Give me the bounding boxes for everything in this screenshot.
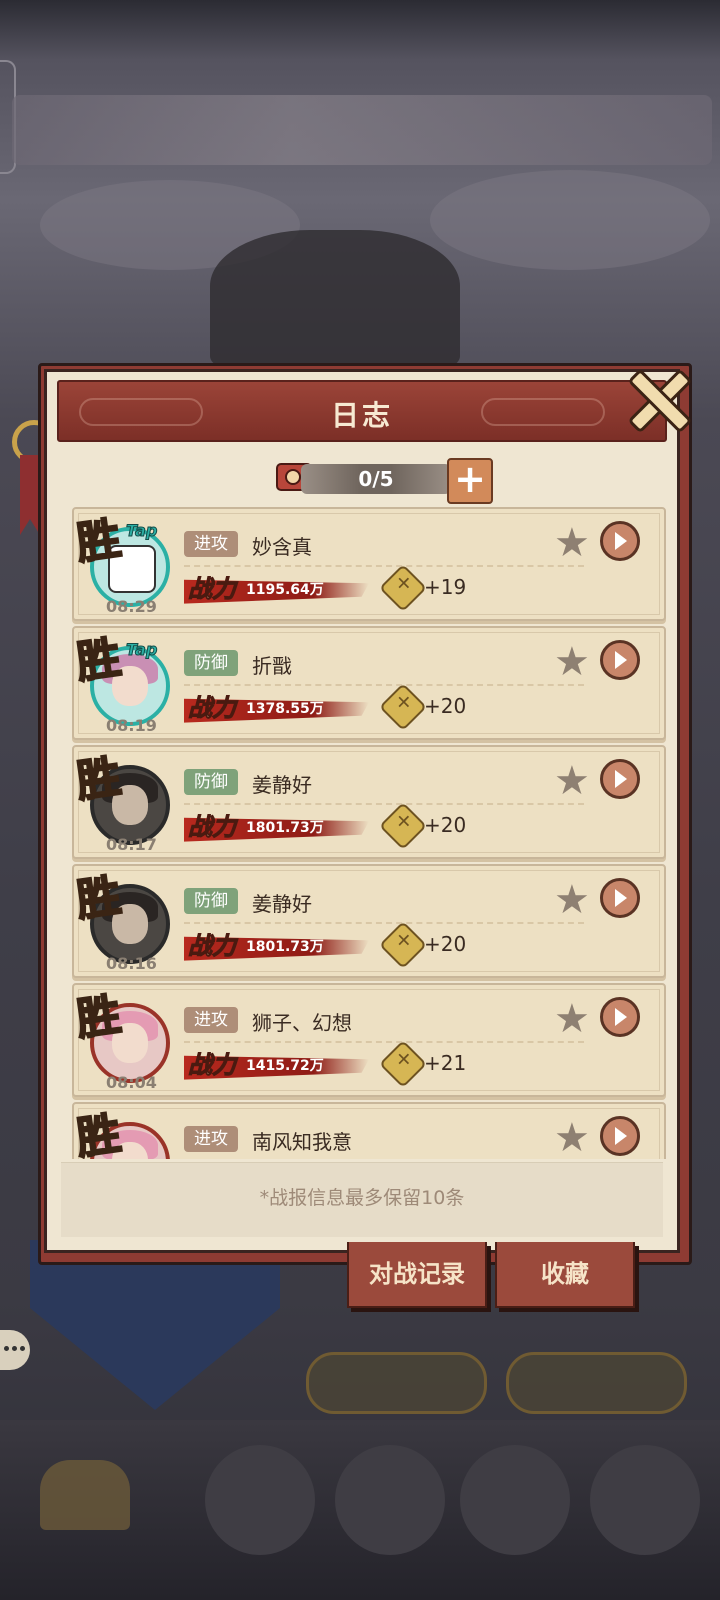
win-mark: 胜 (72, 1107, 125, 1159)
replay-play-button[interactable] (600, 878, 640, 918)
entry-time: 08:29 (106, 597, 157, 616)
replay-play-button[interactable] (600, 759, 640, 799)
win-mark: 胜 (72, 869, 125, 928)
log-entry[interactable]: 胜 进攻 南风知我意 战力 ★ (72, 1102, 666, 1159)
win-mark: 胜 (72, 631, 125, 690)
power-value: 1801.73万 (246, 939, 324, 955)
log-entry[interactable]: 胜 08:04 进攻 狮子、幻想 战力 1415.72万 +21 ★ (72, 983, 666, 1097)
log-entry[interactable]: Tap 胜 08:29 进攻 妙含真 战力 1195.64万 +19 ★ (72, 507, 666, 621)
battle-type-tag: 进攻 (184, 1007, 238, 1033)
power-value: 1415.72万 (246, 1058, 324, 1074)
power-label: 战力 (188, 1051, 237, 1080)
divider (184, 565, 584, 567)
background-shield (30, 1240, 280, 1410)
tap-badge: Tap (125, 640, 158, 660)
add-attempts-button[interactable]: + (447, 458, 493, 504)
divider (184, 803, 584, 805)
favorite-star-icon[interactable]: ★ (554, 642, 590, 682)
power-label: 战力 (188, 575, 237, 604)
battle-type-tag: 防御 (184, 769, 238, 795)
dock-button[interactable] (205, 1445, 315, 1555)
opponent-name: 妙含真 (252, 535, 312, 559)
dock-button[interactable] (335, 1445, 445, 1555)
footer-note: *战报信息最多保留10条 (259, 1187, 465, 1209)
dialog-title: 日志 (330, 399, 393, 432)
opponent-name: 姜静好 (252, 773, 312, 797)
power-value: 1378.55万 (246, 701, 324, 717)
log-entry[interactable]: Tap 胜 08:19 防御 折戬 战力 1378.55万 +20 ★ (72, 626, 666, 740)
background-pill (506, 1352, 687, 1414)
background-pill (306, 1352, 487, 1414)
replay-play-button[interactable] (600, 997, 640, 1037)
footer-note-bar: *战报信息最多保留10条 (61, 1162, 663, 1237)
dialog-header: 日志 (57, 380, 667, 442)
favorite-star-icon[interactable]: ★ (554, 523, 590, 563)
power-label: 战力 (188, 694, 237, 723)
entry-time: 08:16 (106, 954, 157, 973)
tap-badge: Tap (125, 521, 158, 541)
close-button[interactable] (621, 362, 693, 434)
background-building (210, 230, 460, 370)
log-entry[interactable]: 胜 08:16 防御 姜静好 战力 1801.73万 +20 ★ (72, 864, 666, 978)
favorite-star-icon[interactable]: ★ (554, 880, 590, 920)
divider (184, 1041, 584, 1043)
entry-time: 08:19 (106, 716, 157, 735)
favorites-tab[interactable]: 收藏 (495, 1242, 635, 1308)
win-mark: 胜 (72, 512, 125, 571)
opponent-name: 姜静好 (252, 892, 312, 916)
battle-type-tag: 进攻 (184, 1126, 238, 1152)
entry-time: 08:04 (106, 1073, 157, 1092)
battle-record-tab[interactable]: 对战记录 (347, 1242, 487, 1308)
dock-button[interactable] (590, 1445, 700, 1555)
battle-log-list[interactable]: Tap 胜 08:29 进攻 妙含真 战力 1195.64万 +19 ★ Tap… (72, 507, 668, 1159)
log-dialog: 日志 0/5 + Tap 胜 08:29 进攻 妙含真 战力 1195.64万 … (38, 363, 693, 1265)
counter-value: 0/5 (358, 467, 394, 491)
opponent-name: 狮子、幻想 (252, 1011, 352, 1035)
opponent-name: 折戬 (252, 654, 292, 678)
score-gain: +20 (424, 932, 467, 956)
dialog-panel: 日志 0/5 + Tap 胜 08:29 进攻 妙含真 战力 1195.64万 … (44, 368, 693, 1253)
power-label: 战力 (188, 813, 237, 842)
replay-play-button[interactable] (600, 1116, 640, 1156)
chat-bubble-icon[interactable] (0, 1330, 30, 1370)
score-gain: +20 (424, 813, 467, 837)
background-banner (12, 95, 712, 165)
divider (184, 684, 584, 686)
entry-time: 08:17 (106, 835, 157, 854)
win-mark: 胜 (72, 988, 125, 1047)
power-value: 1195.64万 (246, 582, 324, 598)
replay-play-button[interactable] (600, 640, 640, 680)
favorite-star-icon[interactable]: ★ (554, 1118, 590, 1158)
attempt-counter: 0/5 + (271, 458, 503, 504)
favorite-star-icon[interactable]: ★ (554, 999, 590, 1039)
battle-type-tag: 防御 (184, 888, 238, 914)
replay-play-button[interactable] (600, 521, 640, 561)
score-gain: +19 (424, 575, 467, 599)
score-gain: +21 (424, 1051, 467, 1075)
divider (184, 922, 584, 924)
power-label: 战力 (188, 932, 237, 961)
log-entry[interactable]: 胜 08:17 防御 姜静好 战力 1801.73万 +20 ★ (72, 745, 666, 859)
opponent-name: 南风知我意 (252, 1130, 352, 1154)
battle-type-tag: 进攻 (184, 531, 238, 557)
favorite-star-icon[interactable]: ★ (554, 761, 590, 801)
power-value: 1801.73万 (246, 820, 324, 836)
win-mark: 胜 (72, 750, 125, 809)
score-gain: +20 (424, 694, 467, 718)
battle-type-tag: 防御 (184, 650, 238, 676)
cloud (430, 170, 710, 270)
back-arrow-icon[interactable] (40, 1460, 130, 1530)
dock-button[interactable] (460, 1445, 570, 1555)
